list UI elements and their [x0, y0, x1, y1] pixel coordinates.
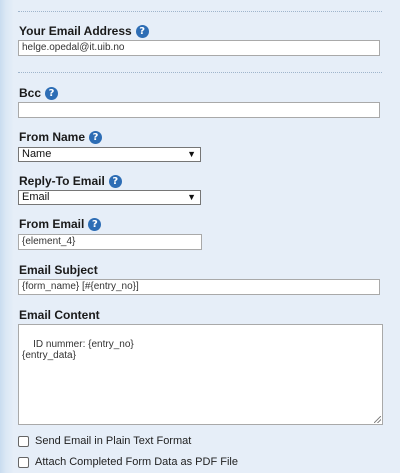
from-name-selected-value: Name [22, 148, 52, 160]
attach-pdf-checkbox[interactable] [18, 456, 29, 468]
from-name-label: From Name ? [19, 130, 103, 144]
help-icon[interactable]: ? [135, 24, 149, 38]
email-settings-panel: Your Email Address ? helge.opedal@it.uib… [0, 0, 400, 473]
help-icon[interactable]: ? [45, 86, 59, 100]
email-content-text: ID nummer: {entry_no} {entry_data} [22, 339, 134, 361]
email-content-label-text: Email Content [19, 308, 100, 322]
attach-pdf-label: Attach Completed Form Data as PDF File [35, 456, 238, 468]
help-icon[interactable]: ? [88, 217, 102, 231]
email-address-label-text: Your Email Address [19, 24, 132, 38]
help-icon[interactable]: ? [108, 174, 122, 188]
email-address-input[interactable]: helge.opedal@it.uib.no [18, 40, 380, 56]
chevron-down-icon: ▼ [187, 192, 196, 202]
divider-middle [18, 72, 382, 73]
from-email-label: From Email ? [19, 217, 102, 231]
reply-to-label-text: Reply-To Email [19, 174, 105, 188]
plain-text-checkbox[interactable] [18, 435, 29, 447]
plain-text-option[interactable]: Send Email in Plain Text Format [18, 435, 191, 447]
email-subject-label: Email Subject [19, 263, 98, 277]
email-content-label: Email Content [19, 308, 100, 322]
from-email-input[interactable]: {element_4} [18, 234, 202, 250]
bcc-label: Bcc ? [19, 86, 59, 100]
from-name-label-text: From Name [19, 130, 86, 144]
reply-to-select[interactable]: Email ▼ [18, 190, 201, 205]
attach-pdf-option[interactable]: Attach Completed Form Data as PDF File [18, 456, 238, 468]
email-address-label: Your Email Address ? [19, 24, 149, 38]
bcc-input[interactable] [18, 102, 380, 118]
from-email-label-text: From Email [19, 217, 85, 231]
email-subject-input[interactable]: {form_name} [#{entry_no}] [18, 279, 380, 295]
resize-handle-icon[interactable] [374, 416, 381, 423]
from-name-select[interactable]: Name ▼ [18, 147, 201, 162]
email-content-textarea[interactable]: ID nummer: {entry_no} {entry_data} [18, 324, 383, 425]
chevron-down-icon: ▼ [187, 149, 196, 159]
bcc-label-text: Bcc [19, 86, 42, 100]
reply-to-selected-value: Email [22, 191, 50, 203]
help-icon[interactable]: ? [89, 130, 103, 144]
reply-to-label: Reply-To Email ? [19, 174, 122, 188]
email-subject-label-text: Email Subject [19, 263, 98, 277]
plain-text-label: Send Email in Plain Text Format [35, 435, 192, 447]
divider-top [18, 11, 382, 12]
